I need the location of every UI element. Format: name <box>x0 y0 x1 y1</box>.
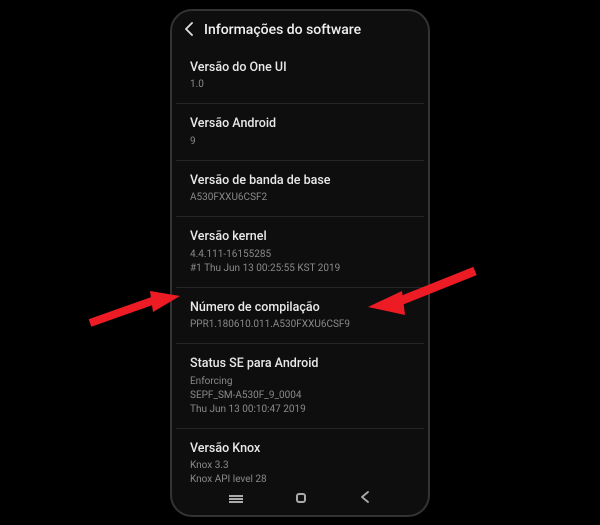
item-value: A530FXXU6CSF2 <box>190 191 410 205</box>
item-title: Versão Android <box>190 115 410 133</box>
item-title: Versão kernel <box>190 228 410 246</box>
item-value: 9 <box>190 135 410 149</box>
page-title: Informações do software <box>204 22 361 38</box>
app-header: Informações do software <box>172 11 428 48</box>
item-android-version[interactable]: Versão Android 9 <box>176 104 424 161</box>
home-icon[interactable] <box>296 491 306 507</box>
item-baseband-version[interactable]: Versão de banda de base A530FXXU6CSF2 <box>176 161 424 218</box>
item-title: Versão do One UI <box>190 59 410 77</box>
recent-apps-icon[interactable] <box>229 491 243 507</box>
item-one-ui-version[interactable]: Versão do One UI 1.0 <box>176 48 424 105</box>
nav-back-icon[interactable] <box>359 491 371 507</box>
item-value: Enforcing SEPF_SM-A530F_9_0004 Thu Jun 1… <box>190 375 410 417</box>
back-icon[interactable] <box>184 21 194 40</box>
annotation-arrow-right <box>360 263 480 327</box>
item-knox-version[interactable]: Versão Knox Knox 3.3 Knox API level 28 T… <box>176 429 424 483</box>
item-title: Versão de banda de base <box>190 172 410 190</box>
navigation-bar <box>172 483 428 515</box>
item-se-android-status[interactable]: Status SE para Android Enforcing SEPF_SM… <box>176 344 424 429</box>
item-title: Status SE para Android <box>190 355 410 373</box>
item-value: 1.0 <box>190 78 410 92</box>
annotation-arrow-left <box>85 288 185 342</box>
item-title: Versão Knox <box>190 440 410 458</box>
item-value: Knox 3.3 Knox API level 28 TIMA 3.3.0 <box>190 459 410 483</box>
